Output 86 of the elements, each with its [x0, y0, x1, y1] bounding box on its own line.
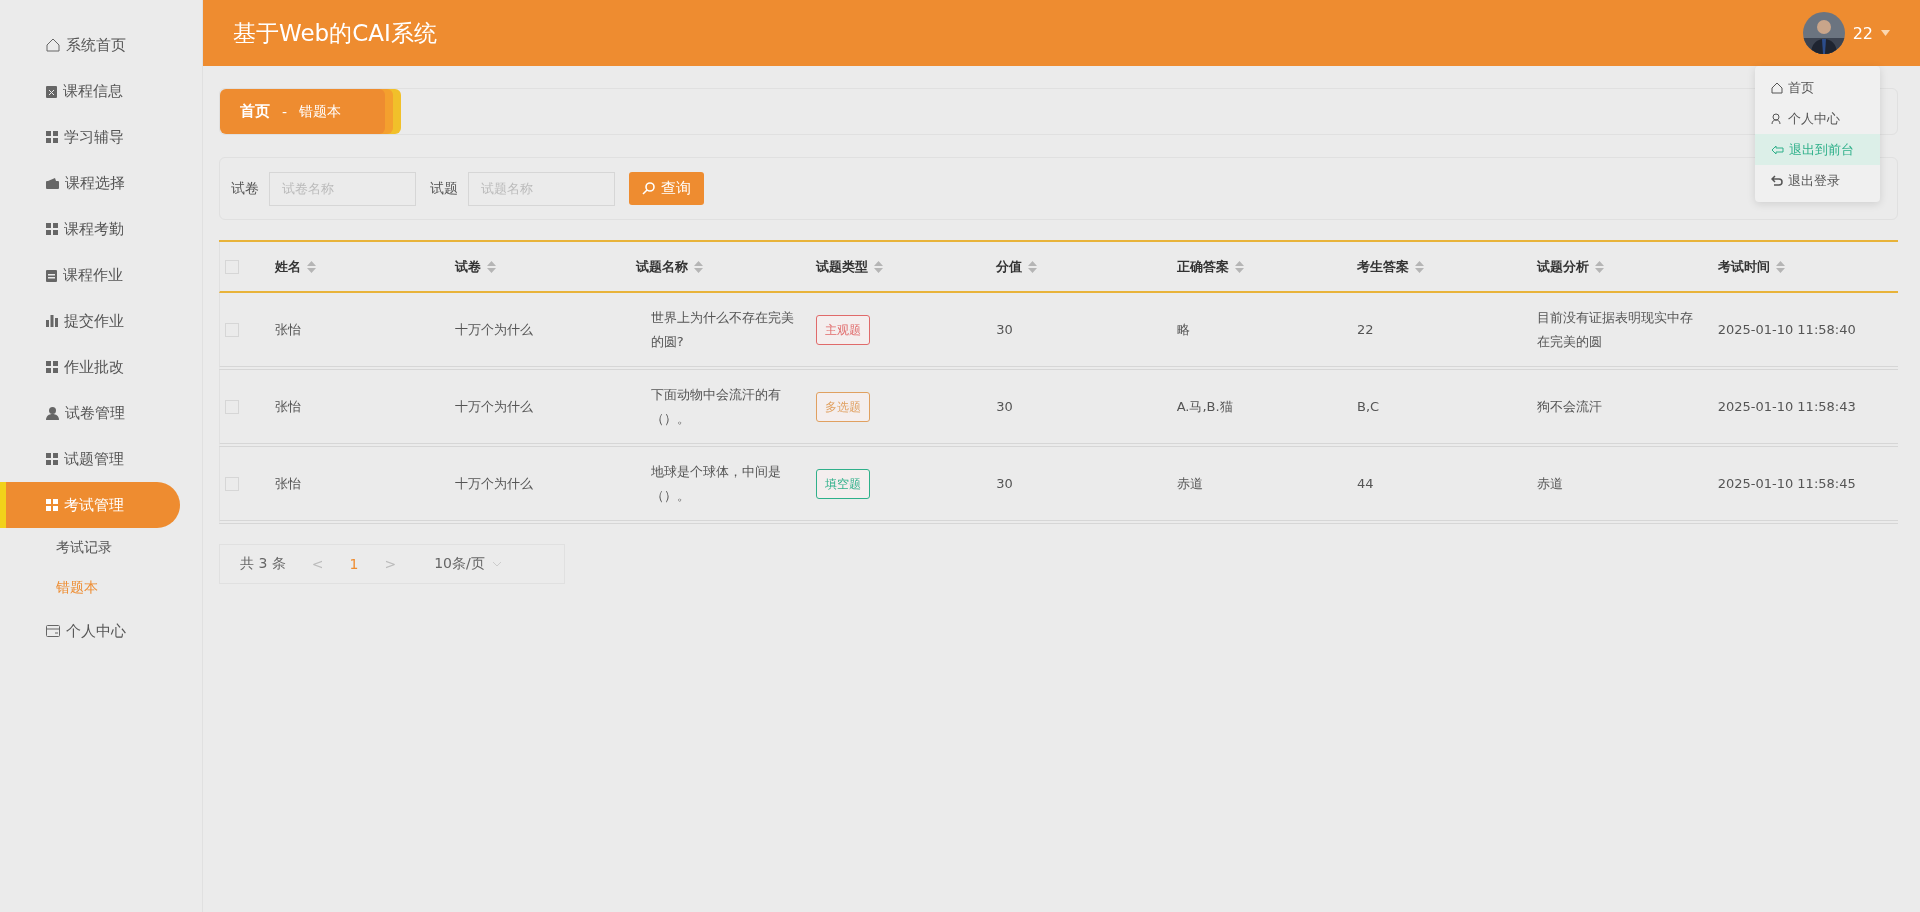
- sort-icon[interactable]: [1234, 260, 1244, 273]
- grid-icon: [46, 453, 58, 465]
- wallet-icon: [46, 177, 59, 189]
- clipboard-icon: [46, 268, 57, 282]
- sidebar-item[interactable]: 课程选择: [0, 160, 180, 206]
- menu-item[interactable]: 退出登录: [1755, 165, 1880, 196]
- sidebar-item[interactable]: 试题管理: [0, 436, 180, 482]
- field-label: 试题: [430, 179, 458, 198]
- total-count: 共 3 条: [240, 555, 286, 573]
- sidebar-item[interactable]: 作业批改: [0, 344, 180, 390]
- column-header[interactable]: 试题类型: [816, 257, 868, 276]
- arrow-left-icon: [1771, 144, 1784, 155]
- table-cell-text: 赤道: [1537, 474, 1565, 493]
- sidebar-item[interactable]: 课程信息: [0, 68, 180, 114]
- chevron-down-icon: [492, 561, 501, 567]
- page-size-select[interactable]: 10条/页: [434, 555, 501, 573]
- grid-icon: [46, 361, 58, 373]
- table-cell-text: 地球是个球体，中间是（）。: [649, 462, 782, 505]
- sidebar-item[interactable]: 课程作业: [0, 252, 180, 298]
- table-cell-text: 十万个为什么: [455, 320, 535, 339]
- sort-icon[interactable]: [874, 260, 883, 273]
- column-header[interactable]: 姓名: [275, 257, 301, 276]
- column-header[interactable]: 正确答案: [1176, 257, 1229, 276]
- sidebar-item[interactable]: 个人中心: [0, 608, 180, 654]
- home-icon: [1771, 81, 1783, 94]
- table-cell-text: 2025-01-10 11:58:45: [1717, 474, 1857, 493]
- table-cell-text: 张怡: [275, 474, 302, 493]
- type-tag: 主观题: [816, 314, 870, 345]
- sort-icon[interactable]: [1028, 260, 1038, 273]
- type-tag: 填空题: [816, 468, 870, 499]
- table-cell-text: 十万个为什么: [455, 397, 535, 416]
- column-header[interactable]: 分值: [996, 257, 1023, 276]
- user-icon: [46, 406, 59, 420]
- table-cell-text: 下面动物中会流汗的有（）。: [649, 385, 782, 428]
- menu-item[interactable]: 首页: [1755, 72, 1880, 103]
- user-icon: [1771, 112, 1783, 125]
- table-cell-text: A.马,B.猫: [1176, 397, 1234, 416]
- column-header[interactable]: 试题名称: [635, 257, 688, 276]
- caret-icon[interactable]: [1881, 30, 1890, 36]
- search-icon: [642, 182, 655, 195]
- sort-icon[interactable]: [1415, 260, 1424, 273]
- sidebar-item[interactable]: 提交作业: [0, 298, 180, 344]
- table-cell-text: 目前没有证据表明现实中存在完美的圆: [1537, 308, 1695, 351]
- table-cell-text: 30: [996, 320, 1014, 339]
- grid-icon: [46, 131, 58, 143]
- table-cell-text: 狗不会流汗: [1537, 397, 1604, 416]
- menu-item[interactable]: 个人中心: [1755, 103, 1880, 134]
- grid-icon: [46, 223, 58, 235]
- table-cell-text: 十万个为什么: [455, 474, 535, 493]
- column-header[interactable]: 试题分析: [1537, 257, 1590, 276]
- sort-icon[interactable]: [487, 260, 497, 273]
- card-icon: [46, 625, 60, 637]
- breadcrumb-separator: -: [282, 103, 288, 120]
- table-cell-text: 22: [1357, 320, 1375, 339]
- sidebar-item[interactable]: 课程考勤: [0, 206, 180, 252]
- grid-icon: [46, 499, 58, 511]
- bar-chart-icon: [46, 315, 58, 327]
- column-header[interactable]: 考试时间: [1717, 257, 1770, 276]
- table-cell-text: B,C: [1357, 397, 1381, 416]
- column-header[interactable]: 考生答案: [1357, 257, 1409, 276]
- clipboard-icon: [46, 84, 57, 98]
- type-tag: 多选题: [816, 391, 870, 422]
- sidebar-item[interactable]: 系统首页: [0, 22, 180, 68]
- sort-icon[interactable]: [1595, 260, 1605, 273]
- app-title: 基于Web的CAI系统: [233, 18, 437, 48]
- table-cell-text: 赤道: [1176, 474, 1204, 493]
- sidebar-item[interactable]: 试卷管理: [0, 390, 180, 436]
- table-cell-text: 30: [996, 474, 1014, 493]
- table-cell-text: 张怡: [275, 397, 302, 416]
- table-cell-text: 世界上为什么不存在完美的圆?: [649, 308, 795, 351]
- table-cell-text: 30: [996, 397, 1014, 416]
- sort-icon[interactable]: [693, 260, 703, 273]
- sidebar-item[interactable]: 学习辅导: [0, 114, 180, 160]
- sidebar-subitem[interactable]: 考试记录: [0, 528, 202, 568]
- sort-icon[interactable]: [1775, 260, 1785, 273]
- table-cell-text: 2025-01-10 11:58:43: [1717, 397, 1857, 416]
- table-cell-text: 2025-01-10 11:58:40: [1717, 320, 1857, 339]
- field-label: 试卷: [231, 179, 259, 198]
- undo-icon: [1771, 175, 1783, 186]
- breadcrumb-current: 错题本: [299, 102, 342, 121]
- table-cell-text: 44: [1357, 474, 1375, 493]
- column-header[interactable]: 试卷: [455, 257, 482, 276]
- table-cell-text: 张怡: [275, 320, 302, 339]
- home-icon: [46, 38, 60, 52]
- sort-icon[interactable]: [307, 260, 316, 273]
- table-cell-text: 略: [1176, 320, 1191, 339]
